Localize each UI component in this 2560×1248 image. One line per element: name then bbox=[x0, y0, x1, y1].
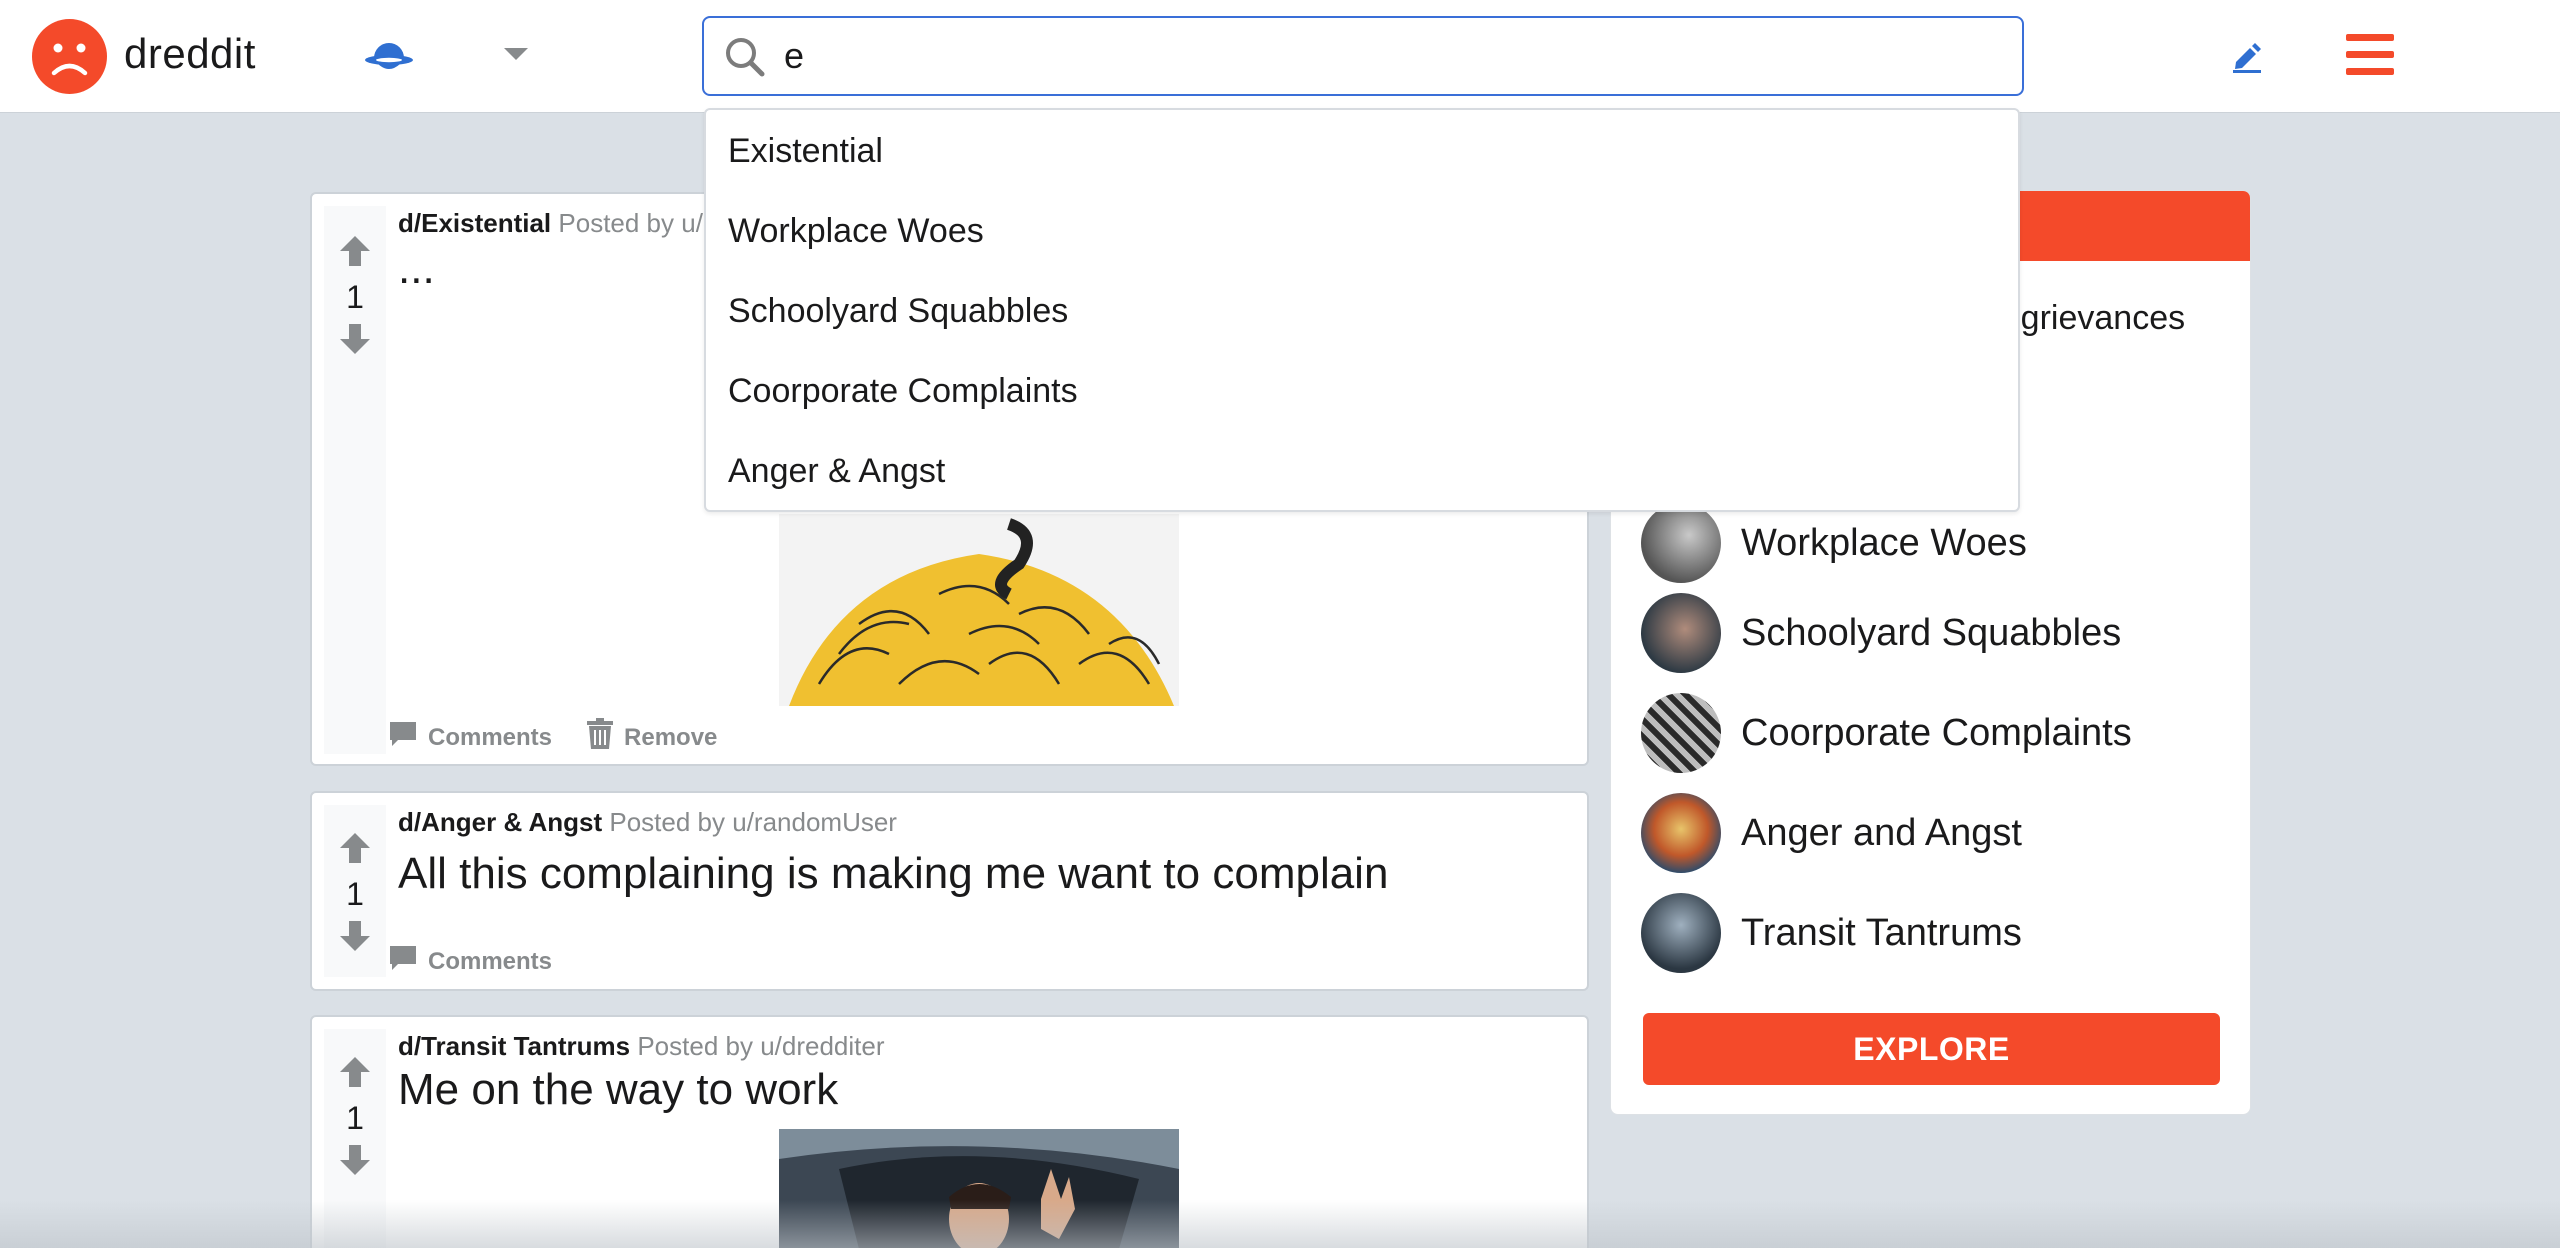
vote-column: 1 bbox=[324, 805, 386, 977]
post-card[interactable]: 1 d/Transit Tantrums Posted by u/dreddit… bbox=[310, 1015, 1589, 1248]
comments-label: Comments bbox=[428, 947, 553, 975]
community-avatar bbox=[1641, 693, 1721, 773]
comments-button[interactable]: Comments bbox=[388, 943, 552, 980]
vote-count: 1 bbox=[346, 876, 364, 912]
brand-name[interactable]: dreddit bbox=[124, 30, 256, 78]
sidebar-item-label: Workplace Woes bbox=[1741, 521, 2027, 564]
community-avatar bbox=[1641, 593, 1721, 673]
suggestion-coorporate-complaints[interactable]: Coorporate Complaints bbox=[728, 372, 1078, 411]
search-input[interactable] bbox=[784, 32, 1984, 80]
explore-button[interactable]: EXPLORE bbox=[1643, 1013, 2220, 1085]
community-avatar bbox=[1641, 893, 1721, 973]
post-author[interactable]: Posted by u/randomUser bbox=[609, 807, 897, 837]
sidebar-item-schoolyard-squabbles[interactable]: Schoolyard Squabbles bbox=[1641, 593, 2121, 673]
post-image-driver[interactable] bbox=[779, 1129, 1179, 1248]
sidebar-item-label: Coorporate Complaints bbox=[1741, 711, 2132, 754]
vote-count: 1 bbox=[346, 1100, 364, 1136]
post-meta: d/Existential Posted by u/c bbox=[398, 208, 716, 239]
post-card[interactable]: 1 d/Anger & Angst Posted by u/randomUser… bbox=[310, 791, 1589, 991]
post-author[interactable]: Posted by u/dredditer bbox=[637, 1031, 884, 1061]
post-community[interactable]: d/Anger & Angst bbox=[398, 807, 602, 837]
post-title[interactable]: All this complaining is making me want t… bbox=[398, 849, 1388, 899]
vote-column: 1 bbox=[324, 1029, 386, 1248]
sidebar-item-label: Schoolyard Squabbles bbox=[1741, 611, 2122, 654]
upvote-icon[interactable] bbox=[338, 234, 372, 273]
post-title[interactable]: Me on the way to work bbox=[398, 1065, 838, 1115]
sidebar-item-coorporate-complaints[interactable]: Coorporate Complaints bbox=[1641, 693, 2132, 773]
comment-icon bbox=[388, 943, 418, 980]
chevron-down-icon[interactable] bbox=[504, 48, 528, 60]
search-icon bbox=[724, 36, 766, 83]
suggestion-schoolyard-squabbles[interactable]: Schoolyard Squabbles bbox=[728, 292, 1068, 331]
downvote-icon[interactable] bbox=[338, 1143, 372, 1182]
top-nav-bar: dreddit bbox=[0, 0, 2560, 113]
post-meta: d/Transit Tantrums Posted by u/dredditer bbox=[398, 1031, 885, 1062]
post-meta: d/Anger & Angst Posted by u/randomUser bbox=[398, 807, 897, 838]
comment-icon bbox=[388, 719, 418, 756]
post-community[interactable]: d/Existential bbox=[398, 208, 551, 238]
community-avatar bbox=[1641, 503, 1721, 583]
suggestion-existential[interactable]: Existential bbox=[728, 132, 883, 171]
remove-label: Remove bbox=[624, 723, 718, 751]
downvote-icon[interactable] bbox=[338, 919, 372, 958]
vote-column: 1 bbox=[324, 206, 386, 754]
community-icon[interactable] bbox=[362, 36, 416, 81]
sidebar-item-anger-and-angst[interactable]: Anger and Angst bbox=[1641, 793, 2022, 873]
search-bar[interactable] bbox=[702, 16, 2024, 96]
suggestion-workplace-woes[interactable]: Workplace Woes bbox=[728, 212, 984, 251]
post-title[interactable]: ... bbox=[398, 244, 435, 294]
sidebar-item-label: Anger and Angst bbox=[1741, 811, 2022, 854]
post-actions: Comments Remove bbox=[388, 718, 717, 757]
sidebar-item-transit-tantrums[interactable]: Transit Tantrums bbox=[1641, 893, 2022, 973]
comments-label: Comments bbox=[428, 723, 553, 751]
community-avatar bbox=[1641, 793, 1721, 873]
search-suggestions-dropdown: Existential Workplace Woes Schoolyard Sq… bbox=[704, 108, 2020, 512]
sad-face-logo-icon[interactable] bbox=[32, 19, 107, 94]
downvote-icon[interactable] bbox=[338, 322, 372, 361]
suggestion-anger-and-angst[interactable]: Anger & Angst bbox=[728, 452, 945, 491]
remove-button[interactable]: Remove bbox=[586, 718, 717, 757]
comments-button[interactable]: Comments bbox=[388, 719, 552, 756]
upvote-icon[interactable] bbox=[338, 1055, 372, 1094]
post-author[interactable]: Posted by u/c bbox=[558, 208, 716, 238]
vote-count: 1 bbox=[346, 279, 364, 315]
sidebar-item-label: Transit Tantrums bbox=[1741, 911, 2022, 954]
pencil-icon[interactable] bbox=[2230, 40, 2264, 79]
sidebar-item-workplace-woes[interactable]: Workplace Woes bbox=[1641, 503, 2027, 583]
hamburger-menu-icon[interactable] bbox=[2346, 34, 2394, 81]
post-community[interactable]: d/Transit Tantrums bbox=[398, 1031, 630, 1061]
post-actions: Comments bbox=[388, 943, 552, 980]
upvote-icon[interactable] bbox=[338, 831, 372, 870]
trash-icon bbox=[586, 718, 614, 757]
post-image-bananas[interactable] bbox=[779, 514, 1179, 706]
